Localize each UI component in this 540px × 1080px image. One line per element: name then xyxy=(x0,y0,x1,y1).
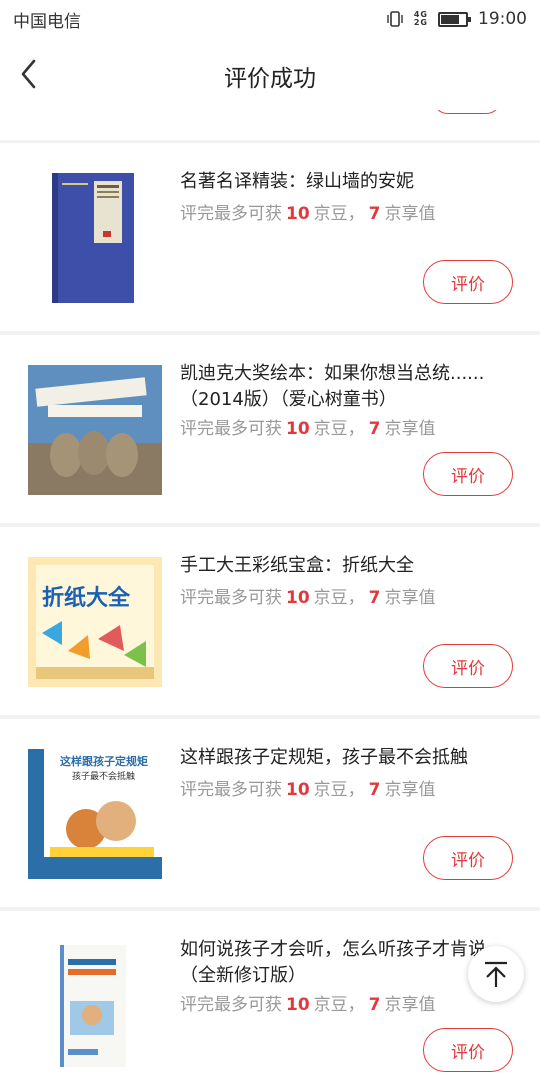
product-title[interactable]: 凯迪克大奖绘本：如果你想当总统......（2014版）（爱心树童书） xyxy=(180,361,512,413)
list-item: 折纸大全 手工大王彩纸宝盒：折纸大全 评完最多可获 10 京豆， 7 京享值 评价 xyxy=(0,527,540,715)
rate-button[interactable]: 评价 xyxy=(423,260,513,304)
reward-text: 评完最多可获 10 京豆， 7 京享值 xyxy=(180,995,436,1015)
battery-icon xyxy=(438,11,471,27)
list-item: 名著名译精装：绿山墙的安妮 评完最多可获 10 京豆， 7 京享值 评价 xyxy=(0,143,540,331)
product-list[interactable]: 名著名译精装：绿山墙的安妮 评完最多可获 10 京豆， 7 京享值 评价 凯迪克大奖绘本… xyxy=(0,110,540,1080)
page-title: 评价成功 xyxy=(224,66,316,92)
rate-button-partial[interactable] xyxy=(432,110,502,114)
status-icons: 4G 2G 19:00 xyxy=(386,9,527,29)
list-item: 如何说孩子才会听，怎么听孩子才肯说（全新修订版） 评完最多可获 10 京豆， 7 京享值… xyxy=(0,911,540,1080)
nav-header: 评价成功 xyxy=(0,38,540,110)
back-to-top-button[interactable] xyxy=(468,946,524,1002)
rate-button[interactable]: 评价 xyxy=(423,836,513,880)
book-cover-image xyxy=(60,945,126,1067)
arrow-up-icon xyxy=(485,961,507,987)
reward-text: 评完最多可获 10 京豆， 7 京享值 xyxy=(180,588,436,608)
reward-text: 评完最多可获 10 京豆， 7 京享值 xyxy=(180,204,436,224)
vibrate-icon xyxy=(387,11,403,27)
rate-button[interactable]: 评价 xyxy=(423,644,513,688)
status-bar: 中国电信 4G 2G 19:00 xyxy=(0,0,540,38)
carrier-label: 中国电信 xyxy=(13,11,81,32)
network-indicator: 4G 2G xyxy=(413,10,428,27)
battery-level xyxy=(441,14,459,24)
reward-text: 评完最多可获 10 京豆， 7 京享值 xyxy=(180,780,436,800)
book-cover-image xyxy=(52,173,134,303)
product-title[interactable]: 名著名译精装：绿山墙的安妮 xyxy=(180,169,512,195)
product-title[interactable]: 这样跟孩子定规矩，孩子最不会抵触 xyxy=(180,745,512,771)
list-item: 这样跟孩子定规矩 孩子最不会抵触 这样跟孩子定规矩，孩子最不会抵触 评完最多可获… xyxy=(0,719,540,907)
clock: 19:00 xyxy=(478,9,527,29)
cover-subtitle-text: 孩子最不会抵触 xyxy=(72,770,135,782)
book-cover-image: 这样跟孩子定规矩 孩子最不会抵触 xyxy=(28,749,162,879)
cover-title-text: 折纸大全 xyxy=(42,585,131,611)
cover-title-text: 这样跟孩子定规矩 xyxy=(60,754,148,768)
book-cover-image: 折纸大全 xyxy=(28,557,162,687)
list-item: 凯迪克大奖绘本：如果你想当总统......（2014版）（爱心树童书） 评完最多… xyxy=(0,335,540,523)
product-title[interactable]: 如何说孩子才会听，怎么听孩子才肯说（全新修订版） xyxy=(180,937,512,989)
reward-text: 评完最多可获 10 京豆， 7 京享值 xyxy=(180,419,436,439)
product-title[interactable]: 手工大王彩纸宝盒：折纸大全 xyxy=(180,553,512,579)
list-item-partial xyxy=(0,110,540,140)
book-cover-image xyxy=(28,365,162,495)
rate-button[interactable]: 评价 xyxy=(423,452,513,496)
rate-button[interactable]: 评价 xyxy=(423,1028,513,1072)
